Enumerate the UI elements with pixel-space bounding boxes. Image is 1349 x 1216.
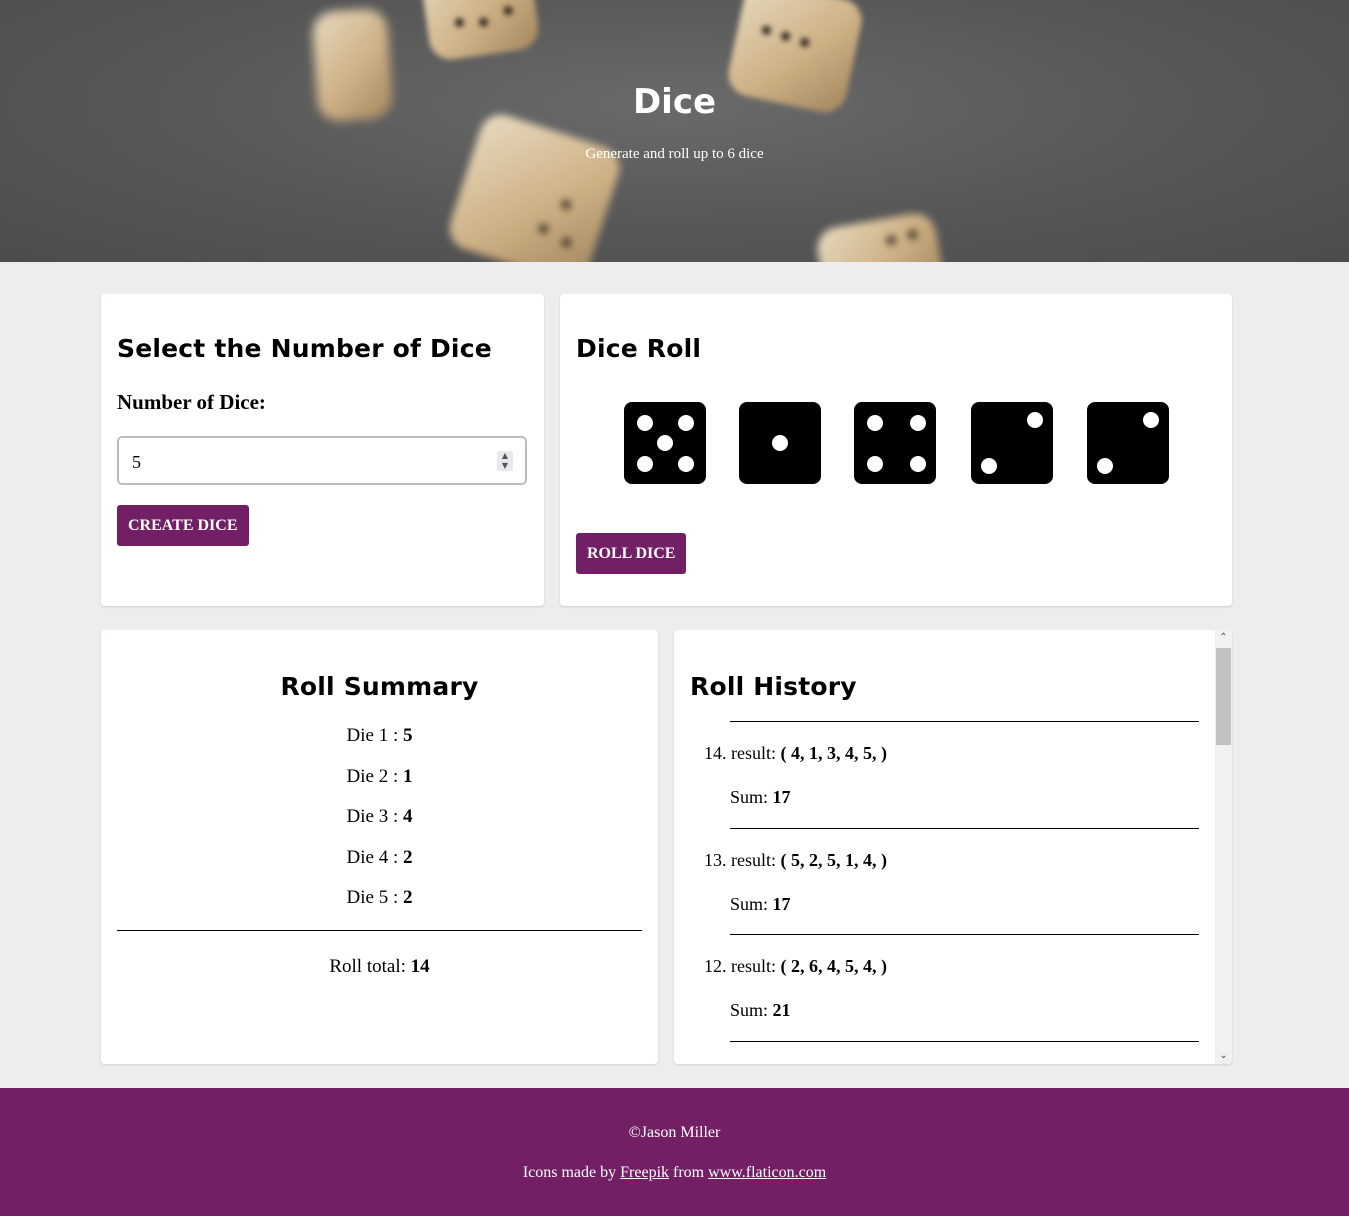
roll-total-value: 14 — [410, 956, 430, 977]
history-sum: Sum: 17 — [730, 894, 791, 915]
freepik-link[interactable]: Freepik — [620, 1164, 669, 1181]
credit-prefix: Icons made by — [522, 1164, 617, 1181]
history-entry-number: 13. — [704, 849, 727, 870]
history-sum-value: 17 — [772, 893, 791, 914]
summary-die-label: Die 5 : — [346, 887, 399, 908]
summary-die-row: Die 3 : 4 — [101, 806, 658, 828]
summary-die-label: Die 1 : — [346, 725, 399, 746]
background-die-image — [813, 210, 947, 262]
die-pip — [636, 455, 653, 472]
icon-credit: Icons made by Freepik from www.flaticon.… — [0, 1164, 1349, 1182]
summary-die-value: 1 — [402, 765, 413, 787]
die-face-1 — [624, 402, 706, 484]
history-entry-number: 14. — [704, 743, 727, 763]
summary-divider — [117, 930, 642, 931]
dice-roll-heading: Dice Roll — [576, 334, 702, 363]
die-pip — [909, 414, 926, 431]
copyright-text: ©Jason Miller — [628, 1124, 721, 1141]
history-result-value: ( 4, 1, 3, 4, 5, ) — [780, 743, 888, 763]
scroll-up-icon[interactable]: ⌃ — [1215, 630, 1232, 646]
page-subtitle: Generate and roll up to 6 dice — [585, 146, 764, 162]
history-entry: 12. result: ( 2, 6, 4, 5, 4, ) — [704, 956, 887, 977]
summary-die-label: Die 2 : — [346, 765, 399, 787]
credit-middle: from — [673, 1164, 705, 1181]
history-scrollbar[interactable]: ⌃ ⌄ — [1215, 630, 1232, 1064]
summary-die-label: Die 3 : — [346, 806, 399, 827]
history-result-label: result: — [731, 849, 776, 870]
history-sum-label: Sum: — [730, 893, 769, 914]
history-divider — [730, 934, 1199, 935]
history-entry: 13. result: ( 5, 2, 5, 1, 4, ) — [704, 850, 887, 871]
roll-total-label: Roll total: — [329, 956, 406, 977]
die-pip — [1142, 412, 1159, 429]
roll-dice-button[interactable]: ROLL DICE — [576, 533, 687, 574]
number-stepper[interactable]: ▲ ▼ — [497, 451, 513, 471]
dice-roll-card: Dice Roll ROLL DICE — [560, 294, 1232, 606]
history-entry-number: 12. — [704, 956, 727, 976]
summary-die-value: 2 — [402, 846, 413, 868]
history-sum-value: 21 — [772, 1000, 791, 1020]
die-pip — [866, 414, 883, 431]
summary-die-label: Die 4 : — [346, 846, 399, 868]
die-pip — [677, 414, 694, 431]
summary-die-value: 4 — [402, 806, 413, 827]
history-result-value: ( 2, 6, 4, 5, 4, ) — [780, 956, 888, 976]
roll-total: Roll total: 14 — [101, 956, 658, 978]
summary-die-row: Die 2 : 1 — [101, 766, 658, 788]
die-face-2 — [739, 402, 821, 484]
history-result-label: result: — [731, 956, 776, 976]
summary-die-row: Die 1 : 5 — [101, 725, 658, 747]
roll-history-card: Roll History 14. result: ( 4, 1, 3, 4, 5… — [674, 630, 1232, 1064]
history-sum-label: Sum: — [730, 787, 769, 807]
flaticon-link[interactable]: www.flaticon.com — [708, 1164, 826, 1181]
history-divider — [730, 721, 1199, 722]
history-sum: Sum: 17 — [730, 787, 791, 808]
die-pip — [1026, 412, 1043, 429]
footer: ©Jason Miller Icons made by Freepik from… — [0, 1088, 1349, 1216]
die-pip — [909, 455, 926, 472]
select-dice-heading: Select the Number of Dice — [117, 334, 492, 363]
die-face-3 — [854, 402, 936, 484]
history-divider — [730, 1040, 1199, 1042]
history-sum: Sum: 21 — [730, 1000, 791, 1021]
number-of-dice-input[interactable]: 5 ▲ ▼ — [117, 436, 527, 485]
roll-summary-card: Roll Summary Die 1 : 5 Die 2 : 1 Die 3 : 4… — [101, 630, 658, 1064]
page-title: Dice — [632, 82, 717, 122]
die-pip — [677, 455, 694, 472]
die-face-4 — [971, 402, 1053, 484]
die-pip — [657, 435, 673, 451]
die-pip — [1097, 457, 1114, 474]
history-sum-label: Sum: — [730, 1000, 769, 1020]
die-pip — [866, 455, 883, 472]
select-dice-card: Select the Number of Dice Number of Dice… — [101, 294, 544, 606]
summary-die-row: Die 4 : 2 — [101, 847, 658, 869]
die-pip — [772, 435, 788, 451]
history-result-label: result: — [731, 743, 776, 763]
number-of-dice-value: 5 — [132, 452, 141, 472]
die-pip — [981, 457, 998, 474]
history-divider — [730, 827, 1199, 829]
summary-die-row: Die 5 : 2 — [101, 887, 658, 909]
history-entry: 14. result: ( 4, 1, 3, 4, 5, ) — [704, 743, 887, 764]
die-pip — [636, 414, 653, 431]
history-result-value: ( 5, 2, 5, 1, 4, ) — [780, 849, 888, 870]
die-face-5 — [1087, 402, 1169, 484]
history-sum-value: 17 — [772, 787, 791, 807]
roll-history-heading: Roll History — [690, 672, 857, 701]
hero-banner: Dice Generate and roll up to 6 dice — [0, 0, 1349, 262]
summary-die-value: 5 — [402, 725, 413, 746]
scroll-thumb[interactable] — [1216, 648, 1231, 745]
scroll-down-icon[interactable]: ⌄ — [1215, 1048, 1232, 1064]
summary-die-value: 2 — [402, 887, 413, 908]
roll-summary-heading: Roll Summary — [280, 672, 479, 701]
create-dice-button[interactable]: CREATE DICE — [117, 505, 249, 546]
number-of-dice-label: Number of Dice: — [117, 390, 266, 414]
